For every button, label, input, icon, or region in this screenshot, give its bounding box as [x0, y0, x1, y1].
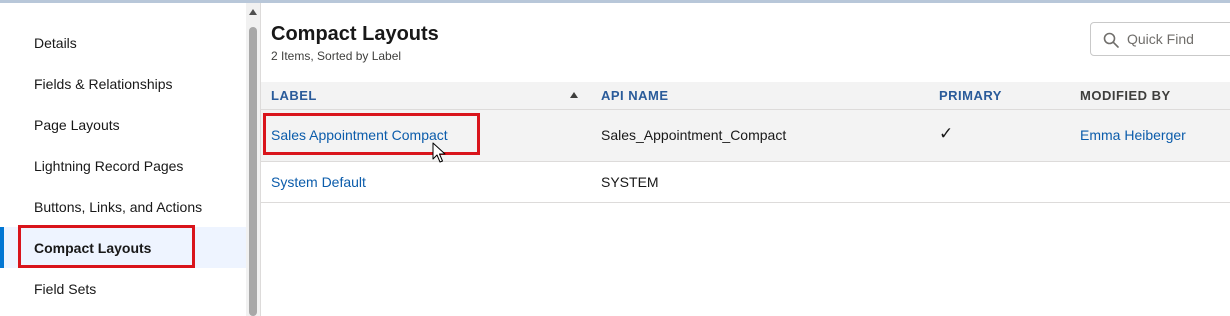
mouse-pointer-icon — [432, 142, 446, 163]
scroll-up-icon[interactable] — [249, 9, 257, 15]
page-subtitle: 2 Items, Sorted by Label — [271, 49, 402, 63]
sidebar-item-label: Page Layouts — [34, 116, 120, 133]
modified-by-link[interactable]: Emma Heiberger — [1080, 127, 1186, 143]
sidebar-item-label: Fields & Relationships — [34, 75, 173, 92]
sidebar-item-fields-relationships[interactable]: Fields & Relationships — [0, 63, 246, 104]
sidebar-item-label: Lightning Record Pages — [34, 157, 184, 174]
sidebar-item-field-sets[interactable]: Field Sets — [0, 268, 246, 309]
main-panel: Compact Layouts 2 Items, Sorted by Label… — [261, 3, 1230, 316]
api-name-cell: Sales_Appointment_Compact — [601, 127, 787, 143]
sidebar-item-lightning-record-pages[interactable]: Lightning Record Pages — [0, 145, 246, 186]
column-header-api-name[interactable]: API NAME — [601, 82, 669, 110]
table-header: LABEL API NAME PRIMARY MODIFIED BY — [261, 82, 1230, 110]
quick-find-input[interactable]: Quick Find — [1090, 22, 1230, 56]
column-header-primary[interactable]: PRIMARY — [939, 82, 1002, 110]
scrollbar-thumb[interactable] — [249, 27, 257, 316]
column-header-modified-by[interactable]: MODIFIED BY — [1080, 82, 1171, 110]
table-row: System Default SYSTEM — [261, 162, 1230, 203]
page-title: Compact Layouts — [271, 23, 439, 45]
sidebar-item-page-layouts[interactable]: Page Layouts — [0, 104, 246, 145]
sidebar-item-label: Field Sets — [34, 280, 97, 297]
api-name-cell: SYSTEM — [601, 174, 659, 190]
highlight-box-row-link — [263, 113, 480, 155]
sidebar-item-label: Buttons, Links, and Actions — [34, 198, 203, 215]
sidebar-item-details[interactable]: Details — [0, 22, 246, 63]
setup-sidebar: Details Fields & Relationships Page Layo… — [0, 3, 246, 316]
search-icon — [1103, 32, 1119, 48]
primary-checkmark-icon: ✓ — [939, 124, 954, 143]
highlight-box-sidebar — [18, 225, 195, 268]
layout-link-system-default[interactable]: System Default — [271, 174, 366, 190]
sort-ascending-icon[interactable] — [570, 92, 578, 98]
column-header-label[interactable]: LABEL — [271, 82, 317, 110]
sidebar-scrollbar[interactable] — [246, 3, 260, 316]
sidebar-item-buttons-links-actions[interactable]: Buttons, Links, and Actions — [0, 186, 246, 227]
search-placeholder: Quick Find — [1127, 31, 1194, 47]
sidebar-item-label: Details — [34, 34, 77, 51]
